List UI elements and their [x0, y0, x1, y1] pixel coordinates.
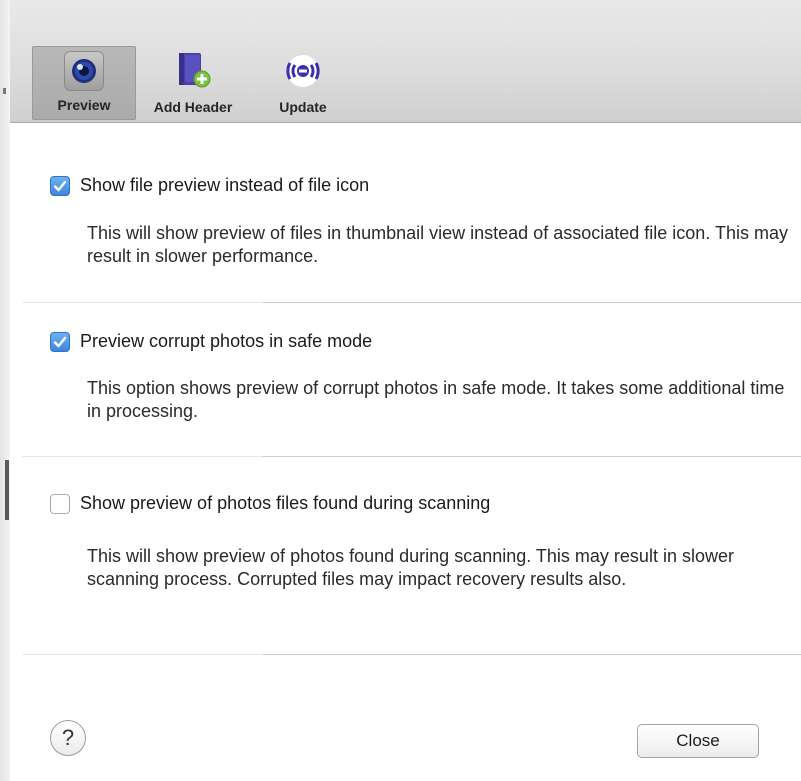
preview-eye-icon: [64, 51, 104, 91]
edge-mark: [5, 460, 9, 520]
section-divider: [22, 456, 801, 457]
toolbar-item-label: Preview: [57, 97, 111, 113]
preferences-window: Preview Add Header Update Show file prev…: [10, 0, 801, 781]
toolbar-item-label: Update: [279, 99, 327, 115]
checkmark-icon: [53, 180, 67, 191]
help-button[interactable]: ?: [50, 720, 86, 756]
window-edge: [0, 0, 10, 781]
close-button[interactable]: Close: [637, 724, 759, 758]
toolbar-item-preview[interactable]: Preview: [32, 46, 136, 120]
checkbox-unchecked[interactable]: [50, 493, 70, 514]
option-label: Preview corrupt photos in safe mode: [80, 331, 373, 351]
option-label: Show preview of photos files found durin…: [80, 493, 491, 513]
checkbox-checked[interactable]: [50, 175, 70, 196]
option-description: This will show preview of files in thumb…: [87, 223, 788, 266]
checkbox-checked[interactable]: [50, 331, 70, 352]
section-divider: [22, 302, 801, 303]
toolbar: Preview Add Header Update: [10, 0, 801, 123]
update-radar-icon: [283, 52, 323, 93]
toolbar-item-add-header[interactable]: Add Header: [140, 46, 246, 118]
help-icon: ?: [61, 725, 75, 750]
option-description: This will show preview of photos found d…: [87, 546, 734, 589]
option-show-photos-during-scan[interactable]: Show preview of photos files found durin…: [50, 493, 490, 514]
option-description: This option shows preview of corrupt pho…: [87, 378, 785, 421]
add-header-book-icon: [173, 52, 213, 93]
checkmark-icon: [53, 336, 67, 347]
section-divider: [22, 654, 801, 655]
option-preview-corrupt-photos[interactable]: Preview corrupt photos in safe mode: [50, 331, 372, 352]
toolbar-item-label: Add Header: [153, 99, 233, 115]
toolbar-item-update[interactable]: Update: [266, 46, 340, 118]
option-show-file-preview[interactable]: Show file preview instead of file icon: [50, 175, 369, 196]
option-label: Show file preview instead of file icon: [80, 175, 370, 195]
close-button-label: Close: [676, 731, 720, 750]
edge-mark: [3, 88, 6, 94]
